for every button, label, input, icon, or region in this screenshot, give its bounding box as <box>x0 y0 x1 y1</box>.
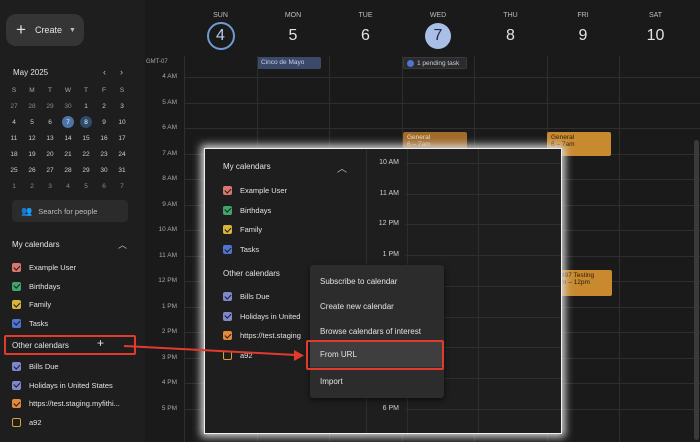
annotation-arrow <box>123 345 304 361</box>
